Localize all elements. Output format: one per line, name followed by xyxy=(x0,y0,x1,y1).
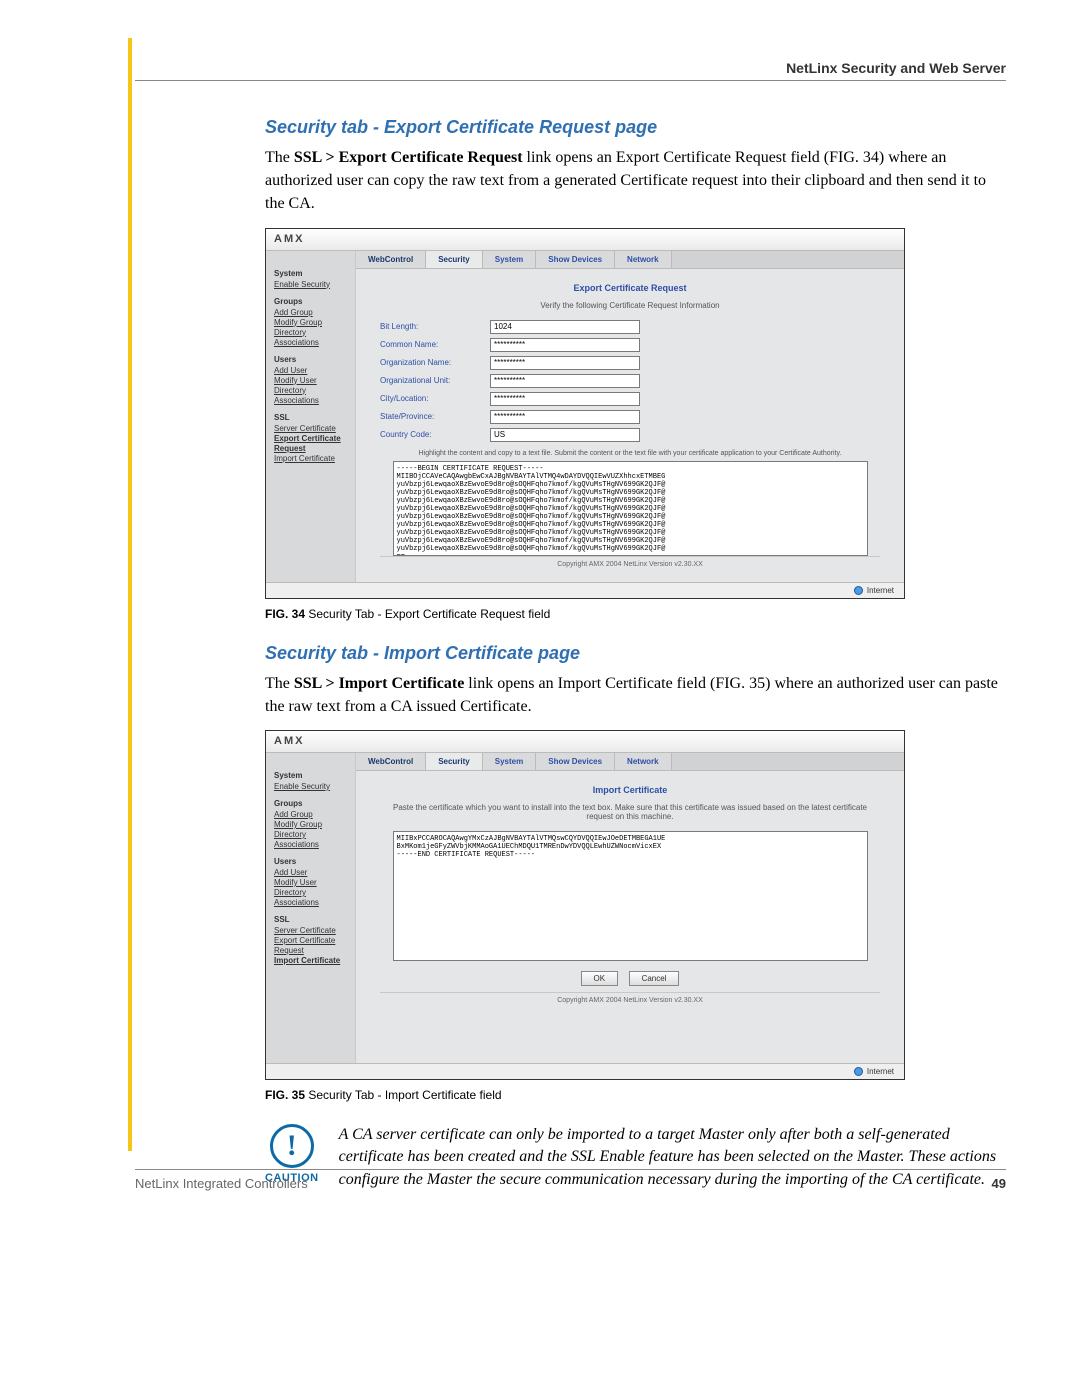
org-name-input[interactable] xyxy=(490,356,640,370)
bit-length-label: Bit Length: xyxy=(380,322,490,331)
main-tabs: WebControl Security System Show Devices … xyxy=(356,251,904,269)
import-panel-title: Import Certificate xyxy=(380,785,880,795)
common-name-label: Common Name: xyxy=(380,340,490,349)
common-name-input[interactable] xyxy=(490,338,640,352)
copyright-line-2: Copyright AMX 2004 NetLinx Version v2.30… xyxy=(380,992,880,1008)
cancel-button[interactable]: Cancel xyxy=(629,971,680,986)
page-footer: NetLinx Integrated Controllers 49 xyxy=(135,1169,1006,1191)
amx-logo: AMX xyxy=(266,229,904,251)
state-input[interactable] xyxy=(490,410,640,424)
sidebar-server-cert[interactable]: Server Certificate xyxy=(274,424,347,433)
sidebar-2: System Enable Security Groups Add Group … xyxy=(266,753,356,1063)
state-label: State/Province: xyxy=(380,412,490,421)
org-unit-label: Organizational Unit: xyxy=(380,376,490,385)
section2-title: Security tab - Import Certificate page xyxy=(265,643,1006,664)
sidebar-associations[interactable]: Associations xyxy=(274,338,347,347)
sidebar-modify-group[interactable]: Modify Group xyxy=(274,318,347,327)
globe-icon-2 xyxy=(854,1067,863,1076)
ok-button[interactable]: OK xyxy=(581,971,619,986)
tab-system[interactable]: System xyxy=(483,251,536,268)
import-panel-subtitle: Paste the certificate which you want to … xyxy=(380,803,880,821)
fig-35-caption: FIG. 35 Security Tab - Import Certificat… xyxy=(265,1088,1006,1102)
sidebar-directory-2[interactable]: Directory xyxy=(274,386,347,395)
export-textarea[interactable]: -----BEGIN CERTIFICATE REQUEST----- MIIB… xyxy=(393,461,868,556)
sidebar-modify-user[interactable]: Modify User xyxy=(274,376,347,385)
sidebar-import-cert[interactable]: Import Certificate xyxy=(274,454,347,463)
fig-34-screenshot: AMX System Enable Security Groups Add Gr… xyxy=(265,228,905,599)
page-header: NetLinx Security and Web Server xyxy=(135,60,1006,81)
tab-security[interactable]: Security xyxy=(426,251,483,268)
tab-network[interactable]: Network xyxy=(615,251,672,268)
main-tabs-2: WebControl Security System Show Devices … xyxy=(356,753,904,771)
section1-body: The SSL > Export Certificate Request lin… xyxy=(265,146,1006,216)
globe-icon xyxy=(854,586,863,595)
footer-left: NetLinx Integrated Controllers xyxy=(135,1176,308,1191)
accent-bar xyxy=(128,38,132,1151)
section1-title: Security tab - Export Certificate Reques… xyxy=(265,117,1006,138)
panel-title: Export Certificate Request xyxy=(380,283,880,293)
org-name-label: Organization Name: xyxy=(380,358,490,367)
sidebar-import-cert-2[interactable]: Import Certificate xyxy=(274,956,347,965)
sidebar-add-user[interactable]: Add User xyxy=(274,366,347,375)
status-bar: Internet xyxy=(266,582,904,598)
sidebar-directory[interactable]: Directory xyxy=(274,328,347,337)
city-label: City/Location: xyxy=(380,394,490,403)
amx-logo-2: AMX xyxy=(266,731,904,753)
page-number: 49 xyxy=(992,1176,1006,1191)
sidebar-ssl-h: SSL xyxy=(274,413,347,422)
tab-show-devices[interactable]: Show Devices xyxy=(536,251,615,268)
import-textarea[interactable]: MIIBxPCCAROCAQAwgYMxCzAJBgNVBAYTAlVTMQsw… xyxy=(393,831,868,961)
bit-length-input[interactable] xyxy=(490,320,640,334)
country-label: Country Code: xyxy=(380,430,490,439)
panel-subtitle: Verify the following Certificate Request… xyxy=(380,301,880,310)
sidebar-associations-2[interactable]: Associations xyxy=(274,396,347,405)
sidebar-add-group[interactable]: Add Group xyxy=(274,308,347,317)
sidebar-system-h: System xyxy=(274,269,347,278)
status-bar-2: Internet xyxy=(266,1063,904,1079)
sidebar-export-cert[interactable]: Export Certificate xyxy=(274,434,347,443)
sidebar-enable-security[interactable]: Enable Security xyxy=(274,280,347,289)
org-unit-input[interactable] xyxy=(490,374,640,388)
country-input[interactable] xyxy=(490,428,640,442)
caution-icon: ! xyxy=(270,1124,314,1168)
sidebar-enable-security-2[interactable]: Enable Security xyxy=(274,782,347,791)
sidebar-users-h: Users xyxy=(274,355,347,364)
fig-34-caption: FIG. 34 Security Tab - Export Certificat… xyxy=(265,607,1006,621)
city-input[interactable] xyxy=(490,392,640,406)
sidebar-request[interactable]: Request xyxy=(274,444,347,453)
sidebar: System Enable Security Groups Add Group … xyxy=(266,251,356,582)
section2-body: The SSL > Import Certificate link opens … xyxy=(265,672,1006,718)
copyright-line: Copyright AMX 2004 NetLinx Version v2.30… xyxy=(380,556,880,572)
sidebar-groups-h: Groups xyxy=(274,297,347,306)
tab-webcontrol[interactable]: WebControl xyxy=(356,251,426,268)
fig-35-screenshot: AMX System Enable Security Groups Add Gr… xyxy=(265,730,905,1080)
export-note: Highlight the content and copy to a text… xyxy=(380,450,880,457)
